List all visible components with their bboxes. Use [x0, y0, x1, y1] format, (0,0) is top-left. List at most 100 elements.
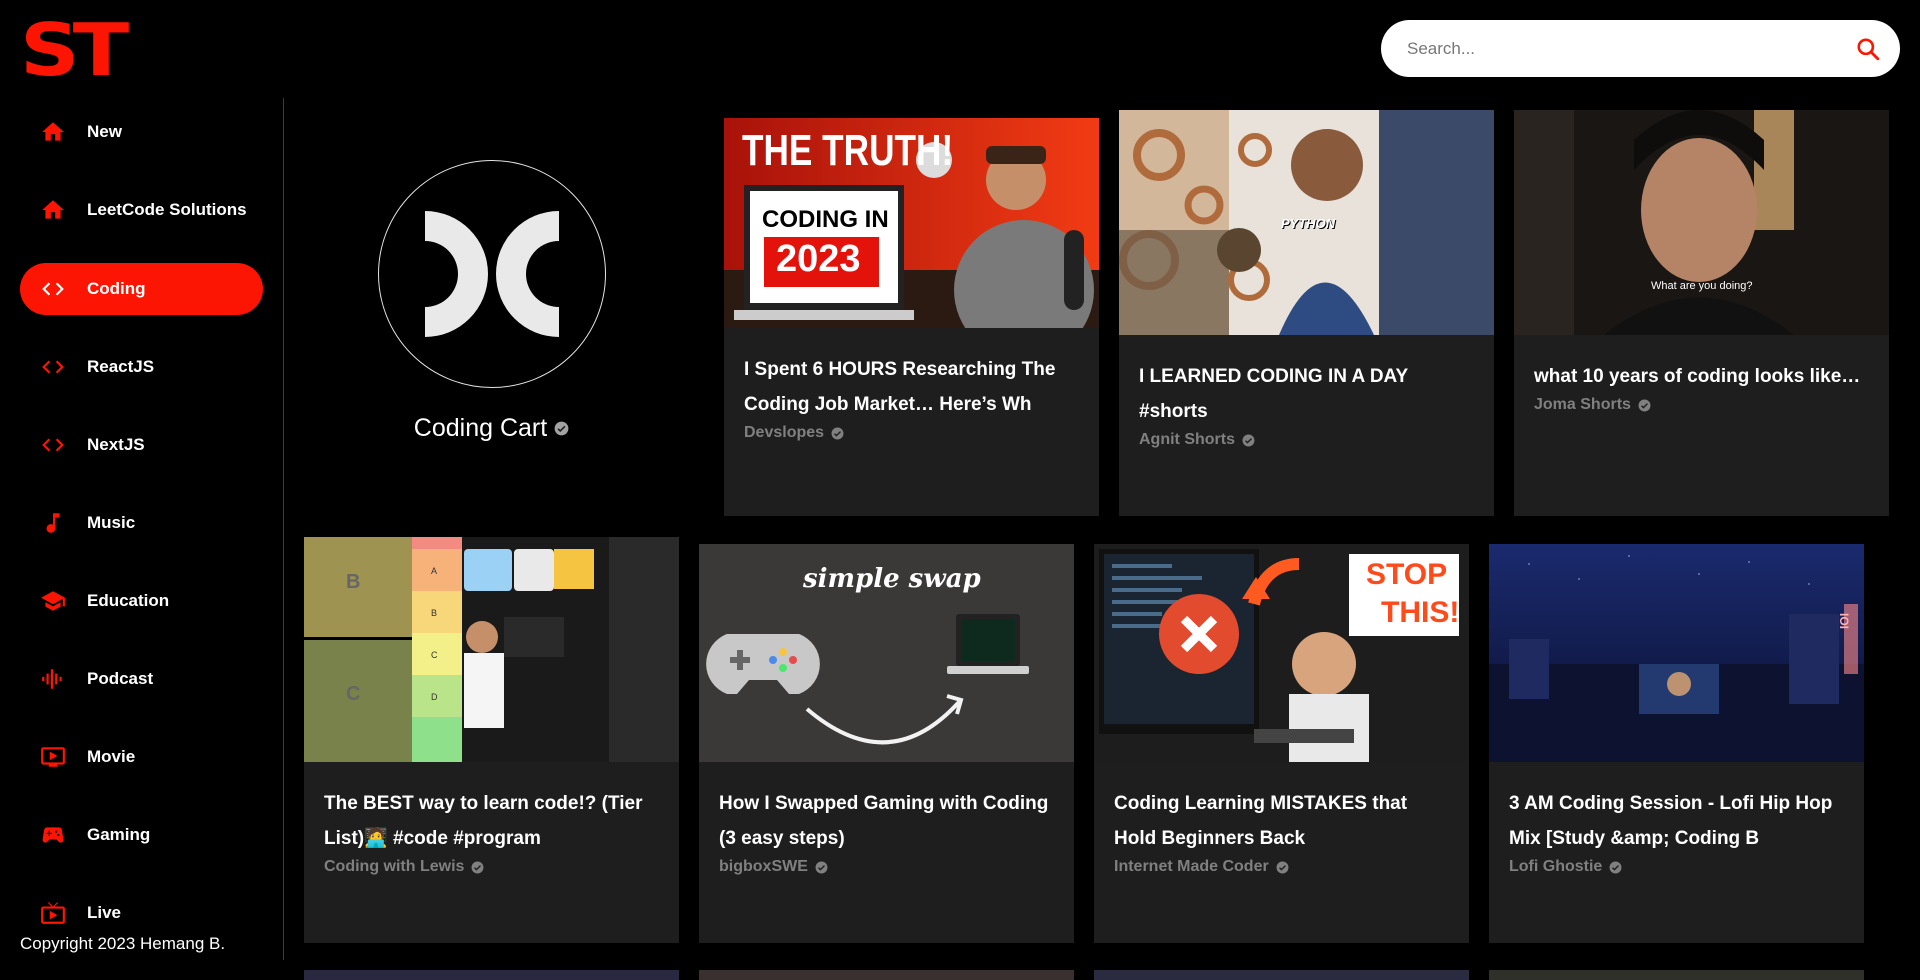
home-icon [40, 197, 66, 223]
video-card[interactable]: B C A B C D The BEST way to learn code!?… [304, 537, 679, 943]
thumbnail-text: THIS! [1381, 596, 1460, 629]
video-card-body: I LEARNED CODING IN A DAY #shorts Agnit … [1119, 335, 1494, 516]
video-card[interactable]: simple swap How I Swapped Gaming with Co… [699, 544, 1074, 943]
verified-check-icon [1242, 434, 1255, 446]
thumbnail-text: C [346, 683, 361, 705]
video-title[interactable]: I LEARNED CODING IN A DAY #shorts [1139, 359, 1474, 429]
sidebar-item-label: Podcast [87, 669, 154, 688]
video-card[interactable]: IOI 3 AM Coding Session - Lofi Hip Hop M… [1489, 544, 1864, 943]
sidebar: New LeetCode Solutions Coding ReactJS Ne… [0, 98, 284, 960]
sidebar-item-label: Gaming [87, 825, 151, 844]
video-card[interactable]: What are you doing? what 10 years of cod… [1514, 110, 1889, 516]
thumbnail-text: STOP [1366, 558, 1448, 591]
video-thumbnail: simple swap [699, 544, 1074, 762]
video-thumbnail: What are you doing? [1514, 110, 1889, 335]
video-card-partial[interactable] [699, 970, 1074, 980]
channel-logo-icon [424, 211, 559, 337]
top-navbar: ST [0, 0, 1920, 98]
video-thumbnail: PYTHON [1119, 110, 1494, 335]
thumbnail-text: B [431, 608, 438, 618]
music-note-icon [40, 510, 66, 536]
verified-check-icon [1638, 399, 1651, 411]
thumbnail-text: C [431, 650, 438, 660]
video-thumbnail: B C A B C D [304, 537, 679, 762]
search-input[interactable] [1405, 37, 1846, 60]
video-card-partial[interactable] [1489, 970, 1864, 980]
video-card-body: 3 AM Coding Session - Lofi Hip Hop Mix [… [1489, 762, 1864, 943]
video-title[interactable]: what 10 years of coding looks like… [1534, 359, 1869, 394]
video-title[interactable]: I Spent 6 HOURS Researching The Coding J… [744, 352, 1079, 422]
video-title[interactable]: How I Swapped Gaming with Coding (3 easy… [719, 786, 1054, 856]
video-channel[interactable]: Lofi Ghostie [1509, 858, 1844, 876]
sidebar-item-coding[interactable]: Coding [20, 263, 263, 315]
channel-name: Agnit Shorts [1139, 431, 1235, 448]
channel-title: Coding Cart [414, 414, 569, 443]
video-card-partial[interactable] [304, 970, 679, 980]
sidebar-item-label: Education [87, 591, 170, 610]
video-card-body: I Spent 6 HOURS Researching The Coding J… [724, 328, 1099, 516]
logo[interactable]: ST [20, 14, 129, 86]
sidebar-item-music[interactable]: Music [20, 497, 263, 549]
channel-card[interactable]: Coding Cart [304, 110, 679, 510]
video-channel[interactable]: Internet Made Coder [1114, 858, 1449, 876]
search-icon [1857, 37, 1880, 60]
sidebar-item-new[interactable]: New [20, 106, 263, 158]
search-button[interactable] [1846, 27, 1890, 71]
thumbnail-text: D [431, 692, 438, 702]
video-thumbnail: STOP THIS! [1094, 544, 1469, 762]
podcast-icon [40, 666, 66, 692]
video-title[interactable]: The BEST way to learn code!? (Tier List)… [324, 786, 659, 856]
video-channel[interactable]: Joma Shorts [1534, 396, 1869, 414]
video-card[interactable]: THE TRUTH! CODING IN 2023 I Spent 6 HOUR… [724, 110, 1099, 516]
verified-check-icon [471, 861, 484, 873]
sidebar-item-education[interactable]: Education [20, 575, 263, 627]
sidebar-item-live[interactable]: Live [20, 887, 263, 939]
sidebar-item-label: Coding [87, 279, 146, 298]
gamepad-icon [40, 822, 66, 848]
thumbnail-text: simple swap [803, 564, 981, 594]
video-card-body: what 10 years of coding looks like… Joma… [1514, 335, 1889, 516]
video-channel[interactable]: Coding with Lewis [324, 858, 659, 876]
code-icon [40, 354, 66, 380]
sidebar-item-movie[interactable]: Movie [20, 731, 263, 783]
sidebar-item-gaming[interactable]: Gaming [20, 809, 263, 861]
sidebar-item-label: Music [87, 513, 136, 532]
channel-name: Joma Shorts [1534, 396, 1631, 413]
video-thumbnail: IOI [1489, 544, 1864, 762]
sidebar-item-reactjs[interactable]: ReactJS [20, 341, 263, 393]
sidebar-item-label: New [87, 122, 122, 141]
sidebar-item-nextjs[interactable]: NextJS [20, 419, 263, 471]
copyright-text: Copyright 2023 Hemang B. [20, 934, 226, 953]
video-thumbnail: THE TRUTH! CODING IN 2023 [724, 110, 1099, 328]
channel-name: bigboxSWE [719, 858, 808, 875]
video-channel[interactable]: bigboxSWE [719, 858, 1054, 876]
verified-check-icon [1276, 861, 1289, 873]
sidebar-item-label: Live [87, 903, 122, 922]
live-tv-icon [40, 900, 66, 926]
channel-name: Devslopes [744, 424, 825, 441]
home-icon [40, 119, 66, 145]
video-card-body: The BEST way to learn code!? (Tier List)… [304, 762, 679, 943]
video-title[interactable]: 3 AM Coding Session - Lofi Hip Hop Mix [… [1509, 786, 1844, 856]
verified-check-icon [554, 421, 569, 436]
channel-name: Coding with Lewis [324, 858, 465, 875]
video-card[interactable]: STOP THIS! Coding Learning MISTAKES that… [1094, 544, 1469, 943]
video-card-body: How I Swapped Gaming with Coding (3 easy… [699, 762, 1074, 943]
code-icon [40, 432, 66, 458]
video-channel[interactable]: Devslopes [744, 424, 1079, 442]
sidebar-item-label: Movie [87, 747, 136, 766]
thumbnail-text: What are you doing? [1651, 280, 1753, 292]
sidebar-item-podcast[interactable]: Podcast [20, 653, 263, 705]
video-channel[interactable]: Agnit Shorts [1139, 431, 1474, 449]
code-icon [40, 276, 66, 302]
verified-check-icon [831, 427, 844, 439]
graduation-cap-icon [40, 588, 66, 614]
sidebar-item-label: LeetCode Solutions [87, 200, 247, 219]
sidebar-item-leetcode-solutions[interactable]: LeetCode Solutions [20, 184, 263, 236]
video-card-partial[interactable] [1094, 970, 1469, 980]
thumbnail-text: B [346, 571, 361, 593]
ondemand-video-icon [40, 744, 66, 770]
video-card[interactable]: PYTHON I LEARNED CODING IN A DAY #shorts… [1119, 110, 1494, 516]
channel-name: Internet Made Coder [1114, 858, 1269, 875]
video-title[interactable]: Coding Learning MISTAKES that Hold Begin… [1114, 786, 1449, 856]
